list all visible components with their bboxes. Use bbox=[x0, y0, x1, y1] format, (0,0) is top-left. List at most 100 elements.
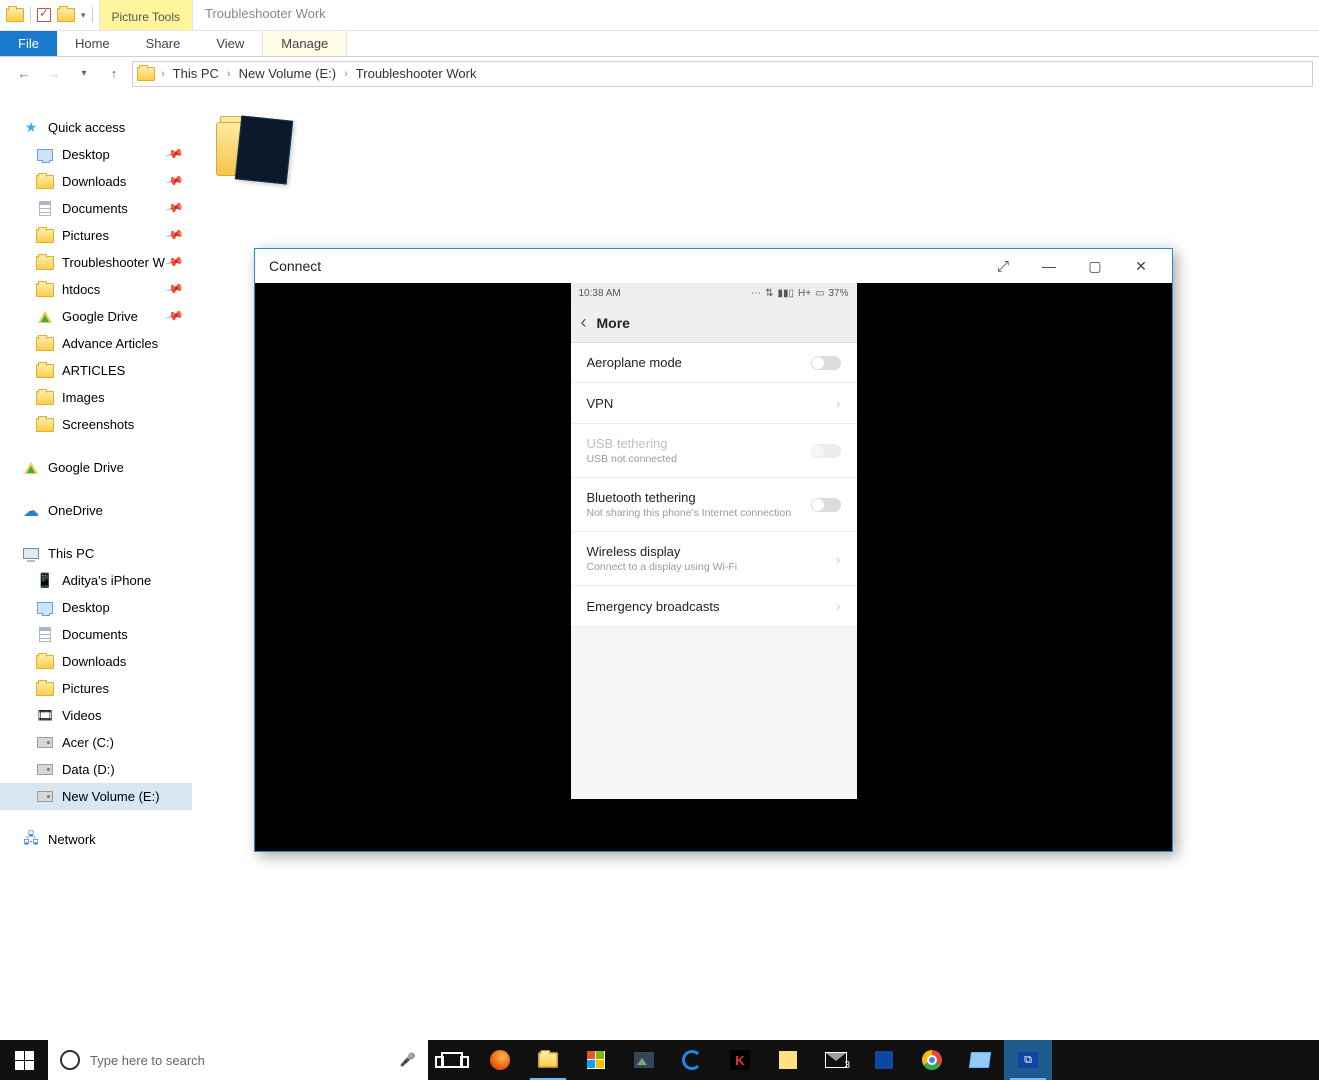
back-button[interactable]: ← bbox=[12, 62, 36, 86]
recent-locations-button[interactable]: ▾ bbox=[72, 62, 96, 86]
mic-icon[interactable]: 🎤 bbox=[400, 1052, 416, 1068]
phone-setting-row: USB tetheringUSB not connected bbox=[571, 424, 857, 478]
taskbar-sticky[interactable] bbox=[764, 1040, 812, 1080]
back-icon[interactable]: ‹ bbox=[581, 312, 587, 333]
taskbar-file-explorer[interactable] bbox=[524, 1040, 572, 1080]
tree-item[interactable]: Desktop📌 bbox=[0, 141, 192, 168]
connect-window: Connect ⤢ — ▢ ✕ 10:38 AM ⋯ ⇅ ▮▮▯ H+ ▭ 37… bbox=[254, 248, 1173, 852]
cortana-icon bbox=[60, 1050, 80, 1070]
tab-home[interactable]: Home bbox=[57, 31, 128, 56]
taskbar-notes[interactable] bbox=[956, 1040, 1004, 1080]
taskbar-mail[interactable]: 3 bbox=[812, 1040, 860, 1080]
tree-item[interactable]: ARTICLES bbox=[0, 357, 192, 384]
k-icon: K bbox=[730, 1050, 750, 1070]
quick-access-header[interactable]: ★ Quick access bbox=[0, 114, 192, 141]
tree-item[interactable]: Screenshots bbox=[0, 411, 192, 438]
taskbar-container: Type here to search 🎤 K 3 ⧉ bbox=[0, 1040, 1319, 1080]
folder-icon bbox=[538, 1052, 558, 1067]
tree-item[interactable]: 📱Aditya's iPhone bbox=[0, 567, 192, 594]
address-bar[interactable]: › This PC › New Volume (E:) › Troublesho… bbox=[132, 61, 1313, 87]
ribbon-tabs: File Home Share View Manage bbox=[0, 31, 1319, 57]
tree-google-drive[interactable]: Google Drive bbox=[0, 454, 192, 481]
chevron-right-icon[interactable]: › bbox=[227, 68, 231, 80]
firefox-icon bbox=[490, 1050, 510, 1070]
toggle-switch[interactable] bbox=[811, 356, 841, 370]
tree-item[interactable]: Google Drive📌 bbox=[0, 303, 192, 330]
tree-item[interactable]: 🎞Videos bbox=[0, 702, 192, 729]
tree-item-label: Advance Articles bbox=[62, 336, 158, 351]
taskview-icon bbox=[441, 1052, 463, 1068]
desktop-icon bbox=[36, 147, 54, 163]
taskbar-store[interactable] bbox=[572, 1040, 620, 1080]
tree-item-label: Google Drive bbox=[62, 309, 138, 324]
tree-item[interactable]: New Volume (E:) bbox=[0, 783, 192, 810]
tree-item[interactable]: Troubleshooter W📌 bbox=[0, 249, 192, 276]
tree-item[interactable]: Acer (C:) bbox=[0, 729, 192, 756]
fullscreen-button[interactable]: ⤢ bbox=[980, 251, 1026, 281]
qat-dropdown-icon[interactable]: ▾ bbox=[81, 10, 86, 21]
setting-title: Bluetooth tethering bbox=[587, 490, 811, 505]
tree-onedrive[interactable]: ☁ OneDrive bbox=[0, 497, 192, 524]
setting-subtitle: Connect to a display using Wi-Fi bbox=[587, 561, 836, 573]
tab-file[interactable]: File bbox=[0, 31, 57, 56]
tree-item[interactable]: Advance Articles bbox=[0, 330, 192, 357]
tree-item[interactable]: Images bbox=[0, 384, 192, 411]
folder-icon bbox=[36, 255, 54, 271]
crumb-drive[interactable]: New Volume (E:) bbox=[233, 64, 343, 83]
minimize-button[interactable]: — bbox=[1026, 251, 1072, 281]
taskbar-connect[interactable]: ⧉ bbox=[1004, 1040, 1052, 1080]
tree-item-label: ARTICLES bbox=[62, 363, 125, 378]
taskbar-firefox[interactable] bbox=[476, 1040, 524, 1080]
phone-setting-row[interactable]: VPN› bbox=[571, 383, 857, 424]
pin-icon: 📌 bbox=[165, 279, 185, 299]
properties-icon[interactable] bbox=[37, 8, 51, 22]
taskbar-edge[interactable] bbox=[668, 1040, 716, 1080]
chevron-right-icon[interactable]: › bbox=[344, 68, 348, 80]
pin-icon: 📌 bbox=[165, 171, 185, 191]
this-pc-header[interactable]: This PC bbox=[0, 540, 192, 567]
phone-setting-row[interactable]: Bluetooth tetheringNot sharing this phon… bbox=[571, 478, 857, 532]
search-box[interactable]: Type here to search 🎤 bbox=[48, 1040, 428, 1080]
tree-item[interactable]: Desktop bbox=[0, 594, 192, 621]
new-folder-icon[interactable] bbox=[57, 8, 75, 22]
taskbar-photos[interactable] bbox=[620, 1040, 668, 1080]
tab-manage[interactable]: Manage bbox=[262, 31, 347, 56]
signal-icon: ▮▮▯ bbox=[777, 288, 794, 299]
crumb-folder[interactable]: Troubleshooter Work bbox=[350, 64, 483, 83]
tree-item[interactable]: htdocs📌 bbox=[0, 276, 192, 303]
taskbar-app-k[interactable]: K bbox=[716, 1040, 764, 1080]
maximize-button[interactable]: ▢ bbox=[1072, 251, 1118, 281]
folder-item[interactable] bbox=[210, 108, 294, 192]
up-button[interactable]: ↑ bbox=[102, 62, 126, 86]
taskbar-generic[interactable] bbox=[860, 1040, 908, 1080]
chevron-right-icon[interactable]: › bbox=[161, 68, 165, 80]
folder-icon bbox=[137, 67, 155, 81]
notes-icon bbox=[969, 1052, 991, 1068]
tree-item[interactable]: Downloads📌 bbox=[0, 168, 192, 195]
close-button[interactable]: ✕ bbox=[1118, 251, 1164, 281]
connect-titlebar[interactable]: Connect ⤢ — ▢ ✕ bbox=[255, 249, 1172, 283]
start-button[interactable] bbox=[0, 1040, 48, 1080]
task-view-button[interactable] bbox=[428, 1040, 476, 1080]
connect-body: 10:38 AM ⋯ ⇅ ▮▮▯ H+ ▭ 37% ‹ More Aeropla… bbox=[255, 283, 1172, 851]
phone-setting-row[interactable]: Aeroplane mode bbox=[571, 343, 857, 383]
toggle-switch[interactable] bbox=[811, 498, 841, 512]
forward-button[interactable]: → bbox=[42, 62, 66, 86]
tree-item[interactable]: Data (D:) bbox=[0, 756, 192, 783]
taskbar-chrome[interactable] bbox=[908, 1040, 956, 1080]
tree-item-label: Desktop bbox=[62, 147, 110, 162]
pin-icon: 📌 bbox=[165, 252, 185, 272]
tree-network[interactable]: 🖧 Network bbox=[0, 826, 192, 853]
tree-item[interactable]: Downloads bbox=[0, 648, 192, 675]
tree-item[interactable]: Documents📌 bbox=[0, 195, 192, 222]
tab-view[interactable]: View bbox=[198, 31, 262, 56]
phone-setting-row[interactable]: Emergency broadcasts› bbox=[571, 586, 857, 627]
crumb-this-pc[interactable]: This PC bbox=[167, 64, 225, 83]
tree-item[interactable]: Pictures📌 bbox=[0, 222, 192, 249]
phone-setting-row[interactable]: Wireless displayConnect to a display usi… bbox=[571, 532, 857, 586]
tab-share[interactable]: Share bbox=[128, 31, 199, 56]
tree-item[interactable]: Pictures bbox=[0, 675, 192, 702]
tree-item[interactable]: Documents bbox=[0, 621, 192, 648]
contextual-tab-picture-tools[interactable]: Picture Tools bbox=[99, 0, 193, 30]
mail-icon: 3 bbox=[825, 1052, 847, 1068]
